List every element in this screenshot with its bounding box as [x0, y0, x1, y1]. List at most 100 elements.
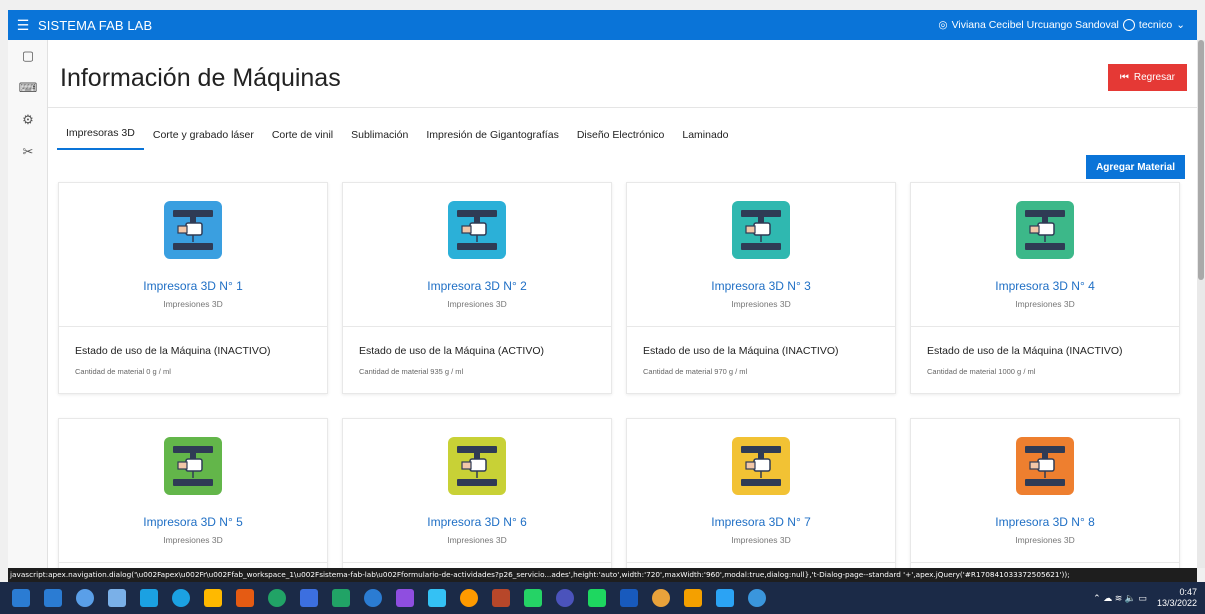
system-tray: ⌃ ☁ ≋ 🔈 ▭ 0:47 13/3/2022	[1093, 587, 1205, 609]
printer-glyph	[1025, 210, 1065, 250]
taskbar-app-icon[interactable]	[716, 589, 734, 607]
tray-icons[interactable]: ⌃ ☁ ≋ 🔈 ▭	[1093, 593, 1147, 604]
taskbar-app-icon[interactable]	[108, 589, 126, 607]
machine-name[interactable]: Impresora 3D N° 2	[343, 279, 611, 293]
machine-card[interactable]: Impresora 3D N° 7 Impresiones 3D	[626, 418, 896, 568]
machine-category: Impresiones 3D	[1015, 299, 1075, 309]
taskbar-app-icon[interactable]	[492, 589, 510, 607]
taskbar-app-icon[interactable]	[396, 589, 414, 607]
tab-corte-laser[interactable]: Corte y grabado láser	[144, 129, 263, 150]
taskbar-app-icon[interactable]	[76, 589, 94, 607]
printer-glyph	[173, 210, 213, 250]
document-icon[interactable]: ▢	[8, 40, 48, 72]
machine-category: Impresiones 3D	[447, 299, 507, 309]
machine-name[interactable]: Impresora 3D N° 8	[911, 515, 1179, 529]
printer-3d-icon	[1016, 437, 1074, 495]
machine-state: Estado de uso de la Máquina (INACTIVO)	[75, 345, 271, 357]
machine-category: Impresiones 3D	[1015, 535, 1075, 545]
printer-3d-icon	[732, 437, 790, 495]
machine-state: Estado de uso de la Máquina (INACTIVO)	[927, 345, 1123, 357]
printer-glyph	[741, 210, 781, 250]
material-quantity: Cantidad de material 1000 g / ml	[927, 367, 1036, 376]
tab-gigantografias[interactable]: Impresión de Gigantografías	[417, 129, 568, 150]
taskbar-apps	[37, 589, 773, 607]
machine-name[interactable]: Impresora 3D N° 3	[627, 279, 895, 293]
scrollbar-thumb[interactable]	[1198, 40, 1204, 280]
app-header: ☰ SISTEMA FAB LAB ◎ Viviana Cecibel Urcu…	[8, 10, 1197, 40]
material-quantity: Cantidad de material 0 g / ml	[75, 367, 171, 376]
user-role-menu[interactable]: tecnico	[1139, 19, 1172, 31]
machine-card[interactable]: Impresora 3D N° 1 Impresiones 3D Estado …	[58, 182, 328, 394]
machine-tabs: Impresoras 3D Corte y grabado láser Cort…	[48, 108, 1197, 150]
machine-card[interactable]: Impresora 3D N° 3 Impresiones 3D Estado …	[626, 182, 896, 394]
back-button[interactable]: ⏮ Regresar	[1107, 64, 1187, 91]
machine-card[interactable]: Impresora 3D N° 5 Impresiones 3D	[58, 418, 328, 568]
machine-name[interactable]: Impresora 3D N° 7	[627, 515, 895, 529]
machine-card[interactable]: Impresora 3D N° 6 Impresiones 3D	[342, 418, 612, 568]
taskbar-app-icon[interactable]	[44, 589, 62, 607]
machine-card[interactable]: Impresora 3D N° 2 Impresiones 3D Estado …	[342, 182, 612, 394]
machine-card-grid: Impresora 3D N° 1 Impresiones 3D Estado …	[58, 182, 1188, 568]
taskbar-app-icon[interactable]	[684, 589, 702, 607]
machine-state: Estado de uso de la Máquina (ACTIVO)	[359, 345, 545, 357]
gear-icon[interactable]: ⚙	[8, 104, 48, 136]
tab-corte-vinil[interactable]: Corte de vinil	[263, 129, 342, 150]
tools-icon[interactable]: ✂	[8, 136, 48, 168]
user-full-name[interactable]: Viviana Cecibel Urcuango Sandoval	[952, 19, 1119, 31]
tab-sublimacion[interactable]: Sublimación	[342, 129, 417, 150]
printer-glyph	[741, 446, 781, 486]
chevron-down-icon[interactable]: ⌄	[1176, 19, 1185, 31]
page-header: Información de Máquinas ⏮ Regresar	[48, 40, 1197, 108]
taskbar-app-icon[interactable]	[524, 589, 542, 607]
taskbar-app-icon[interactable]	[140, 589, 158, 607]
machine-name[interactable]: Impresora 3D N° 5	[59, 515, 327, 529]
taskbar-app-icon[interactable]	[588, 589, 606, 607]
tab-diseno-electronico[interactable]: Diseño Electrónico	[568, 129, 674, 150]
taskbar-app-icon[interactable]	[268, 589, 286, 607]
content-panel: Impresoras 3D Corte y grabado láser Cort…	[48, 108, 1197, 568]
browser-status-bar: javascript:apex.navigation.dialog('\u002…	[8, 568, 1197, 582]
user-icon[interactable]	[1122, 19, 1135, 31]
printer-glyph	[457, 446, 497, 486]
printer-3d-icon	[1016, 201, 1074, 259]
window: ☰ SISTEMA FAB LAB ◎ Viviana Cecibel Urcu…	[0, 0, 1205, 614]
taskbar-app-icon[interactable]	[620, 589, 638, 607]
back-icon: ⏮	[1119, 72, 1129, 83]
keyboard-icon[interactable]: ⌨	[8, 72, 48, 104]
printer-3d-icon	[448, 201, 506, 259]
page-scrollbar[interactable]	[1197, 40, 1205, 568]
printer-glyph	[173, 446, 213, 486]
machine-name[interactable]: Impresora 3D N° 1	[59, 279, 327, 293]
taskbar-app-icon[interactable]	[300, 589, 318, 607]
windows-start-icon[interactable]	[12, 589, 30, 607]
clock[interactable]: 0:47 13/3/2022	[1157, 587, 1197, 609]
printer-3d-icon	[448, 437, 506, 495]
add-material-button[interactable]: Agregar Material	[1086, 155, 1185, 179]
taskbar-app-icon[interactable]	[204, 589, 222, 607]
machine-card[interactable]: Impresora 3D N° 4 Impresiones 3D Estado …	[910, 182, 1180, 394]
hamburger-menu-icon[interactable]: ☰	[8, 17, 38, 34]
app-title[interactable]: SISTEMA FAB LAB	[38, 18, 152, 33]
taskbar-app-icon[interactable]	[428, 589, 446, 607]
taskbar-app-icon[interactable]	[748, 589, 766, 607]
machine-card[interactable]: Impresora 3D N° 8 Impresiones 3D	[910, 418, 1180, 568]
machine-name[interactable]: Impresora 3D N° 4	[911, 279, 1179, 293]
machine-name[interactable]: Impresora 3D N° 6	[343, 515, 611, 529]
material-quantity: Cantidad de material 935 g / ml	[359, 367, 464, 376]
taskbar-app-icon[interactable]	[172, 589, 190, 607]
windows-taskbar: ⌃ ☁ ≋ 🔈 ▭ 0:47 13/3/2022	[0, 582, 1205, 614]
taskbar-app-icon[interactable]	[364, 589, 382, 607]
clock-date: 13/3/2022	[1156, 598, 1197, 608]
taskbar-app-icon[interactable]	[652, 589, 670, 607]
tab-laminado[interactable]: Laminado	[673, 129, 737, 150]
accessibility-icon[interactable]: ◎	[938, 19, 947, 31]
machine-category: Impresiones 3D	[447, 535, 507, 545]
machine-category: Impresiones 3D	[731, 299, 791, 309]
taskbar-app-icon[interactable]	[556, 589, 574, 607]
taskbar-app-icon[interactable]	[236, 589, 254, 607]
machine-category: Impresiones 3D	[163, 535, 223, 545]
tab-impresoras-3d[interactable]: Impresoras 3D	[57, 127, 144, 150]
machine-category: Impresiones 3D	[163, 299, 223, 309]
taskbar-app-icon[interactable]	[332, 589, 350, 607]
taskbar-app-icon[interactable]	[460, 589, 478, 607]
